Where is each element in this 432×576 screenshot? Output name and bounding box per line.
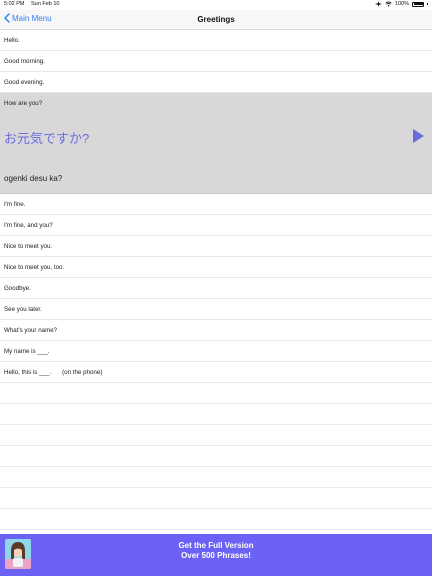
empty-row [0, 404, 432, 425]
empty-row [0, 509, 432, 530]
full-version-banner[interactable]: Get the Full Version Over 500 Phrases! [0, 534, 432, 576]
phrase-row-im-fine[interactable]: I'm fine. [0, 194, 432, 215]
phrase-row-see-you-later[interactable]: See you later. [0, 299, 432, 320]
phrase-row-my-name-is[interactable]: My name is ___. [0, 341, 432, 362]
expanded-english: How are you? [4, 100, 43, 107]
banner-text: Get the Full Version Over 500 Phrases! [0, 541, 432, 561]
phrase-row-whats-your-name[interactable]: What's your name? [0, 320, 432, 341]
phrase-label: Hello, this is ___. (on the phone) [4, 369, 102, 376]
battery-percent: 100% [394, 1, 409, 7]
phrase-row-good-morning[interactable]: Good morning. [0, 51, 432, 72]
phrase-row-nice-to-meet-you-too[interactable]: Nice to meet you, too. [0, 257, 432, 278]
phrase-row-hello[interactable]: Hello. [0, 30, 432, 51]
page-title: Greetings [197, 15, 235, 24]
play-icon[interactable] [412, 129, 424, 143]
phrase-label: What's your name? [4, 327, 58, 334]
expanded-japanese: お元気ですか? [4, 131, 90, 146]
battery-nub [427, 3, 428, 5]
empty-row [0, 467, 432, 488]
phrase-label: I'm fine, and you? [4, 222, 53, 229]
expanded-romaji: ogenki desu ka? [4, 174, 63, 183]
phrase-label: I'm fine. [4, 201, 26, 208]
empty-row [0, 446, 432, 467]
status-date: Sun Feb 10 [31, 1, 60, 7]
phrase-text: Hello, this is ___. [4, 369, 52, 376]
phrase-row-good-evening[interactable]: Good evening. [0, 72, 432, 93]
phrase-row-hello-this-is[interactable]: Hello, this is ___. (on the phone) [0, 362, 432, 383]
wifi-icon [385, 1, 392, 7]
status-time: 5:02 PM [4, 1, 25, 7]
banner-line-2: Over 500 Phrases! [181, 551, 251, 560]
empty-row [0, 425, 432, 446]
phrase-row-goodbye[interactable]: Goodbye. [0, 278, 432, 299]
banner-line-1: Get the Full Version [178, 541, 254, 550]
phrase-label: Good morning. [4, 58, 45, 65]
phrase-label: Good evening. [4, 79, 45, 86]
empty-row [0, 488, 432, 509]
status-left: 5:02 PM Sun Feb 10 [4, 1, 64, 7]
phrase-list: Hello. Good morning. Good evening. How a… [0, 30, 432, 530]
phrase-label: Hello. [4, 37, 20, 44]
navigation-bar: Main Menu Greetings [0, 10, 432, 30]
phrase-row-nice-to-meet-you[interactable]: Nice to meet you. [0, 236, 432, 257]
empty-row [0, 383, 432, 404]
phrase-label: Nice to meet you. [4, 243, 53, 250]
phrase-row-im-fine-and-you[interactable]: I'm fine, and you? [0, 215, 432, 236]
battery-icon [412, 1, 424, 7]
phrase-label: See you later. [4, 306, 42, 313]
phrase-note: (on the phone) [62, 369, 103, 376]
phrase-label: Goodbye. [4, 285, 31, 292]
status-right: 100% [374, 1, 428, 7]
airplane-mode-icon [374, 1, 382, 7]
status-bar: 5:02 PM Sun Feb 10 100% [0, 0, 432, 10]
phrase-label: Nice to meet you, too. [4, 264, 65, 271]
expanded-phrase-row[interactable]: How are you? お元気ですか? ogenki desu ka? [0, 93, 432, 194]
phrase-label: My name is ___. [4, 348, 50, 355]
